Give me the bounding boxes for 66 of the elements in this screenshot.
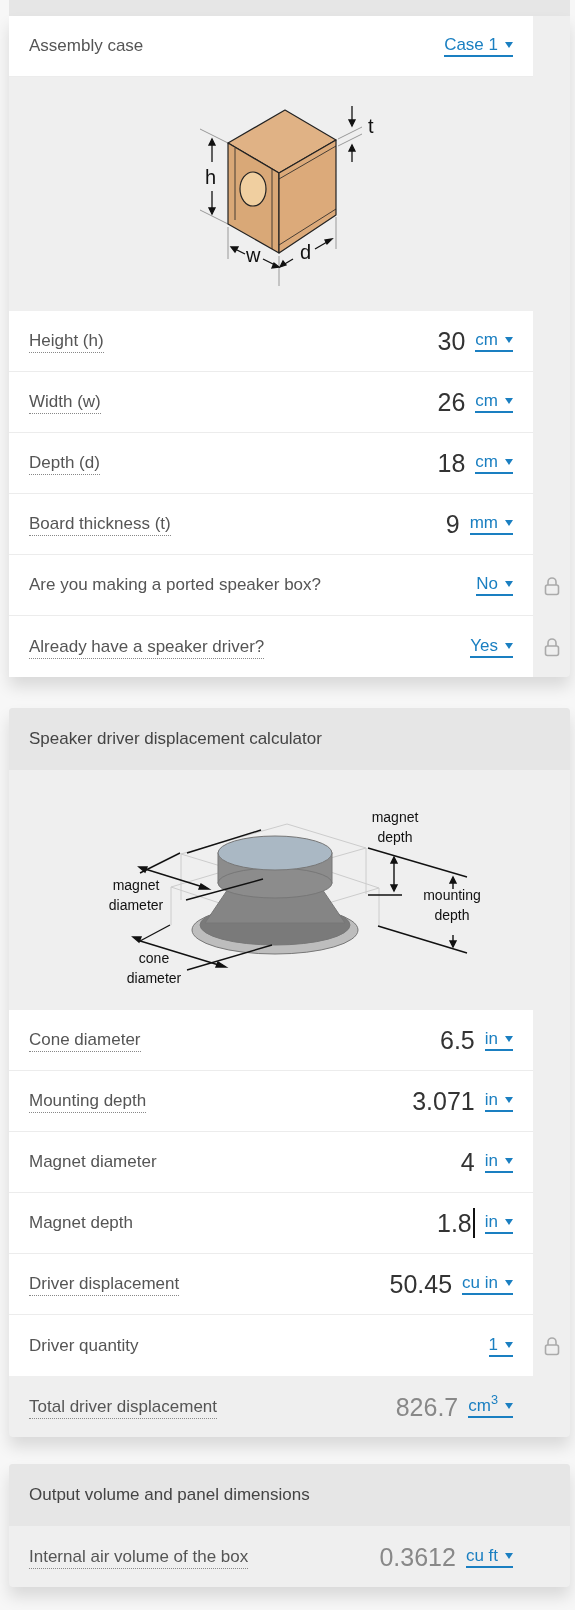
caret-icon [505, 1552, 513, 1559]
caret-icon [505, 642, 513, 649]
number-input[interactable]: 3.071 [412, 1086, 475, 1116]
dimension-label: mounting depth [422, 887, 481, 923]
dimension-label: cone diameter [126, 950, 181, 986]
unit-dropdown[interactable]: Case 1 [444, 35, 513, 57]
number-input[interactable]: 6.5 [440, 1025, 475, 1055]
caret-icon [505, 581, 513, 587]
unit-dropdown[interactable]: in [484, 1151, 513, 1173]
unit-dropdown[interactable]: cm$^{3}$ [468, 1395, 513, 1418]
number-input[interactable]: 1.8 [437, 1208, 475, 1238]
unit-dropdown[interactable]: cu ft [465, 1545, 513, 1568]
field-label: Board thickness (t) [29, 511, 436, 537]
caret-icon [505, 1402, 513, 1409]
number-input[interactable]: 30 [437, 326, 466, 356]
field-label: Driver displacement [29, 1271, 380, 1297]
caret-icon [505, 398, 513, 404]
caret-icon [505, 520, 513, 526]
number-input[interactable]: 50.45 [389, 1269, 453, 1299]
unit-dropdown[interactable]: cm [475, 330, 513, 352]
result-value: 0.3612 [379, 1541, 456, 1572]
field-label: Cone diameter [29, 1027, 430, 1053]
caret-icon [505, 1341, 513, 1348]
number-input[interactable]: 26 [437, 387, 466, 417]
field-label: Total driver displacement [29, 1393, 386, 1420]
field-label: Already have a speaker driver? [29, 633, 461, 660]
caret-icon [505, 337, 513, 343]
field-label: Width (w) [29, 389, 428, 415]
section-header: Output volume and panel dimensions [9, 1464, 570, 1526]
dimension-label: magnet diameter [108, 877, 163, 913]
number-input[interactable]: 4 [460, 1147, 475, 1177]
unit-dropdown[interactable]: No [476, 574, 513, 596]
field-label: Assembly case [29, 35, 145, 58]
section-header: Speaker driver displacement calculator [9, 708, 570, 770]
unit-dropdown[interactable]: in [484, 1212, 513, 1234]
unit-dropdown[interactable]: cm [475, 391, 513, 413]
dimension-label: h [204, 166, 216, 188]
field-label: Magnet depth [29, 1212, 134, 1235]
field-label: Depth (d) [29, 450, 428, 476]
dimension-label: d [299, 241, 311, 263]
caret-icon [505, 1219, 513, 1225]
unit-dropdown[interactable]: in [484, 1090, 513, 1112]
caret-icon [505, 459, 513, 465]
field-label: Height (h) [29, 328, 428, 354]
field-label: Mounting depth [29, 1088, 403, 1114]
unit-dropdown[interactable]: cu in [462, 1273, 513, 1295]
unit-dropdown[interactable]: cm [475, 452, 513, 474]
unit-dropdown[interactable]: mm [469, 513, 513, 535]
dimension-label: w [245, 244, 260, 266]
caret-icon [505, 1036, 513, 1042]
number-input[interactable]: 18 [437, 448, 466, 478]
caret-icon [505, 1280, 513, 1286]
result-value: 826.7 [395, 1391, 459, 1422]
caret-icon [505, 42, 513, 48]
number-input[interactable]: 9 [445, 509, 460, 539]
field-label: Are you making a ported speaker box? [29, 574, 322, 597]
unit-dropdown[interactable]: 1 [488, 1334, 513, 1357]
caret-icon [505, 1158, 513, 1164]
caret-icon [505, 1097, 513, 1103]
dimension-label: magnet depth [371, 809, 418, 845]
field-label: Magnet diameter [29, 1151, 158, 1174]
unit-dropdown[interactable]: Yes [470, 635, 513, 658]
dimension-label: t [367, 115, 374, 137]
field-label: Driver quantity [29, 1334, 140, 1357]
unit-dropdown[interactable]: in [484, 1029, 513, 1051]
field-label: Internal air volume of the box [29, 1543, 370, 1570]
